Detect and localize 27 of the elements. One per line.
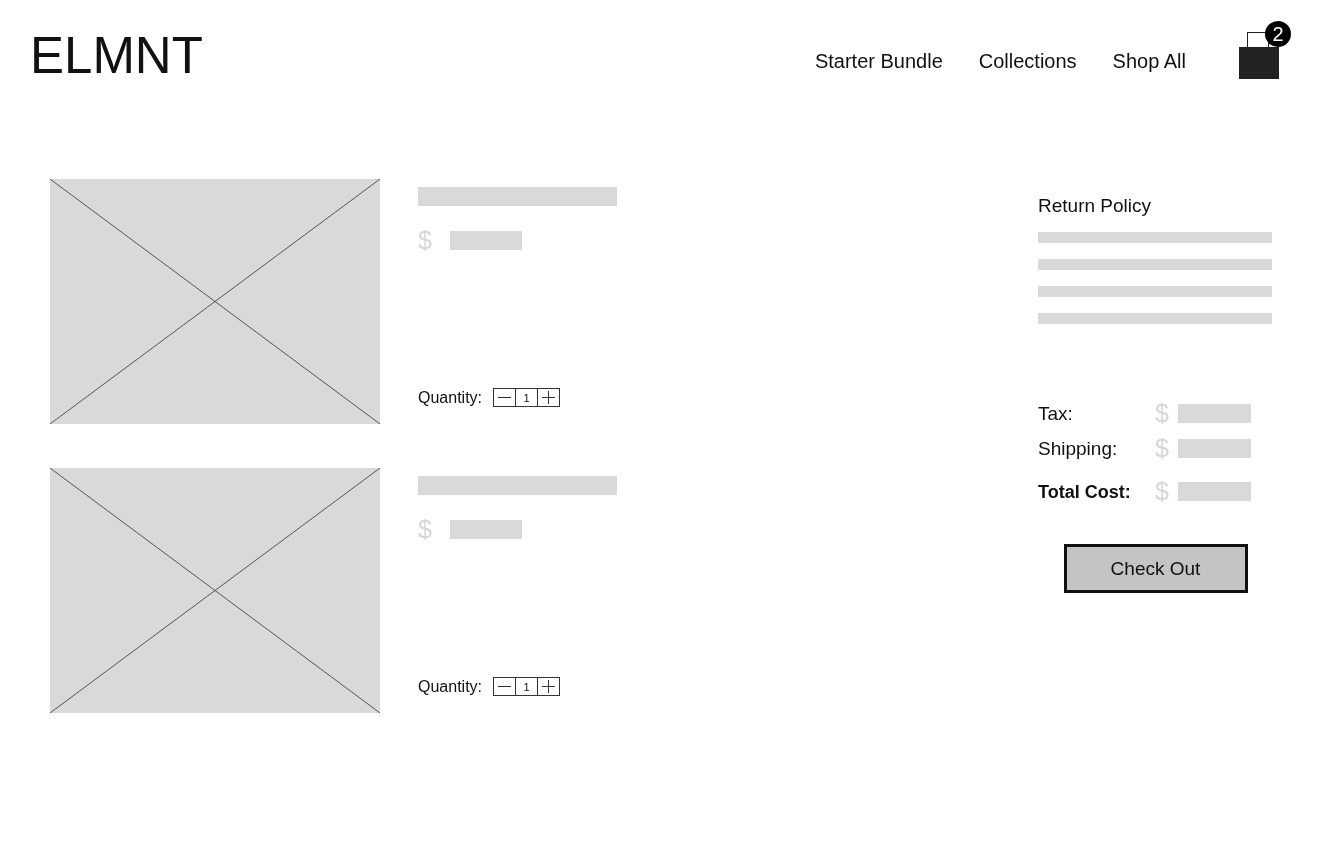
- quantity-label: Quantity:: [418, 677, 483, 696]
- currency-symbol: $: [418, 516, 432, 542]
- checkout-button[interactable]: Check Out: [1063, 544, 1248, 593]
- currency-symbol: $: [1155, 437, 1170, 460]
- increment-button[interactable]: [537, 677, 561, 696]
- currency-symbol: $: [1155, 402, 1170, 425]
- summary-label: Tax:: [1038, 402, 1074, 425]
- currency-symbol: $: [418, 227, 432, 253]
- cart-count-badge: 2: [1265, 21, 1291, 47]
- decrement-button[interactable]: [493, 388, 517, 407]
- nav-link[interactable]: Collections: [978, 50, 1077, 73]
- section-heading: Return Policy: [1038, 195, 1152, 217]
- increment-button[interactable]: [537, 388, 561, 407]
- plus-icon: [542, 391, 556, 404]
- nav-link[interactable]: Shop All: [1112, 50, 1186, 73]
- plus-icon: [542, 680, 556, 693]
- decrement-button[interactable]: [493, 677, 517, 696]
- brand-logo: ELMNT: [30, 26, 203, 85]
- summary-label: Shipping:: [1038, 437, 1119, 460]
- minus-icon: [498, 397, 512, 398]
- summary-label: Total Cost:: [1038, 480, 1132, 503]
- currency-symbol: $: [1155, 480, 1170, 503]
- minus-icon: [498, 686, 512, 687]
- quantity-label: Quantity:: [418, 388, 483, 407]
- quantity-value: 1: [515, 388, 539, 407]
- nav-link[interactable]: Starter Bundle: [814, 50, 943, 73]
- quantity-value: 1: [515, 677, 539, 696]
